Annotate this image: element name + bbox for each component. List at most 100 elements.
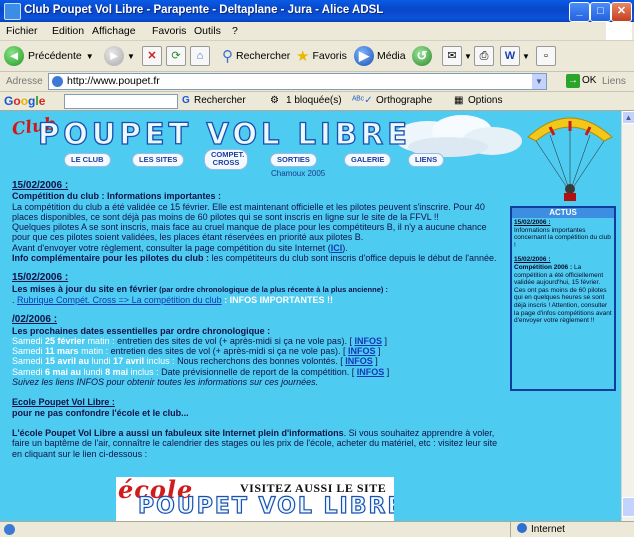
menu-edition[interactable]: Edition (52, 25, 84, 37)
menu-favoris[interactable]: Favoris (152, 25, 186, 37)
favorites-button[interactable]: ★ Favoris (296, 45, 347, 67)
paraglider-image (527, 117, 613, 201)
date-day: Samedi (12, 335, 46, 346)
infos-link[interactable]: INFOS (345, 356, 373, 366)
page-viewport: Club POUPET VOL LIBRE LE CLUB LES SITES … (0, 111, 621, 521)
address-label: Adresse (6, 76, 43, 87)
window-title: Club Poupet Vol Libre - Parapente - Delt… (24, 4, 384, 16)
date-row: Samedi 15 avril au lundi 17 avril inclus… (12, 356, 502, 366)
options-icon: ▦ (454, 95, 464, 106)
date-text: ] (381, 335, 387, 346)
compet-cross-link[interactable]: Rubrique Compét. Cross => La compétition… (17, 295, 222, 305)
news-section-ecole-site: L'école Poupet Vol Libre a aussi un fabu… (12, 428, 502, 459)
options-button[interactable]: Options (468, 95, 502, 106)
word-icon: W (500, 46, 520, 66)
nav-les-sites[interactable]: LES SITES (132, 153, 185, 167)
dates-footer: Suivez les liens INFOS pour obtenir tout… (12, 377, 319, 388)
minimize-button[interactable]: _ (569, 2, 590, 22)
search-icon: ⚲ (222, 48, 233, 65)
spellcheck-button[interactable]: Orthographe (376, 95, 432, 106)
date-time: matin : (85, 335, 118, 346)
ecole-logo-title: POUPET VOL LIBRE (137, 493, 394, 519)
home-button[interactable]: ⌂ (190, 45, 210, 67)
close-button[interactable]: ✕ (611, 2, 632, 22)
go-button[interactable]: → OK (566, 74, 596, 88)
date-value: 8 mai (105, 366, 129, 377)
back-button[interactable]: ◄ Précédente ▼ (4, 45, 94, 67)
address-url: http://www.poupet.fr (67, 75, 160, 87)
address-input[interactable]: http://www.poupet.fr ▼ (48, 73, 547, 90)
infos-link[interactable]: INFOS (354, 336, 382, 346)
scroll-up-icon[interactable]: ▲ (622, 111, 634, 124)
refresh-icon: ⟳ (166, 46, 186, 66)
menu-fichier[interactable]: Fichier (6, 25, 38, 37)
date-text: ] (384, 366, 390, 377)
edit-button[interactable]: W ▼ (500, 45, 530, 67)
infos-link[interactable]: INFOS (357, 367, 385, 377)
actus-date: 15/02/2006 : (514, 219, 551, 226)
menu-help[interactable]: ? (232, 25, 238, 37)
print-icon: ⎙ (474, 46, 494, 66)
nav-compet-cross[interactable]: COMPET. CROSS (204, 149, 248, 170)
popup-blocker-button[interactable]: 1 bloquée(s) (286, 95, 342, 106)
go-label: OK (582, 75, 597, 86)
links-label[interactable]: Liens (602, 76, 626, 87)
nav-liens[interactable]: LIENS (408, 153, 445, 167)
infos-link[interactable]: INFOS (348, 346, 376, 356)
menu-affichage[interactable]: Affichage (92, 25, 136, 37)
ie-app-icon (4, 3, 21, 20)
page-status-icon (4, 524, 15, 535)
site-logo-title: POUPET VOL LIBRE (37, 116, 412, 151)
date-row: Samedi 6 mai au lundi 8 mai inclus : Dat… (12, 367, 502, 377)
google-g-icon: G (182, 95, 190, 106)
history-button[interactable]: ↺ (412, 45, 432, 67)
chevron-down-icon: ▼ (127, 51, 135, 61)
media-label: Média (377, 50, 406, 62)
date-text: ] (372, 356, 378, 367)
news-heading: Les prochaines dates essentielles par or… (12, 325, 271, 336)
news-date: 15/02/2006 : (12, 180, 69, 191)
site-banner: Club POUPET VOL LIBRE LE CLUB LES SITES … (8, 111, 522, 181)
search-button[interactable]: ⚲ Rechercher (222, 45, 290, 67)
nav-le-club[interactable]: LE CLUB (64, 153, 111, 167)
news-lead: Info complémentaire pour les pilotes du … (12, 253, 210, 264)
address-dropdown-icon[interactable]: ▼ (532, 74, 546, 89)
history-icon: ↺ (412, 46, 432, 66)
toolbar: ◄ Précédente ▼ ► ▼ ✕ ⟳ ⌂ ⚲ Rechercher ★ … (0, 41, 634, 72)
news-section-competition: 15/02/2006 : Compétition du club : Infor… (12, 180, 502, 264)
news-note: (par ordre chronologique de la plus réce… (157, 284, 388, 294)
main-content: 15/02/2006 : Compétition du club : Infor… (12, 180, 502, 459)
ici-link[interactable]: ICI (331, 243, 343, 253)
forward-button[interactable]: ► ▼ (104, 45, 135, 67)
mail-button[interactable]: ✉ ▼ (442, 45, 472, 67)
google-search-input[interactable] (64, 94, 178, 109)
discuss-button[interactable]: ▫ (536, 45, 556, 67)
window-titlebar: Club Poupet Vol Libre - Parapente - Delt… (0, 0, 634, 22)
scrollbar-thumb[interactable] (622, 497, 634, 517)
actus-lead: Compétition 2006 : (514, 263, 573, 271)
nav-galerie[interactable]: GALERIE (344, 153, 392, 167)
date-time: lundi (89, 356, 114, 367)
print-button[interactable]: ⎙ (474, 45, 494, 67)
maximize-button[interactable]: □ (590, 2, 611, 22)
stop-button[interactable]: ✕ (142, 45, 162, 67)
date-text: Nous recherchons des bonnes volontés. [ (177, 356, 346, 367)
back-arrow-icon: ◄ (4, 46, 24, 66)
news-heading: Compétition du club : Informations impor… (12, 191, 221, 202)
google-search-button[interactable]: Rechercher (194, 95, 246, 106)
news-text: Avant d'envoyer votre règlement, consult… (12, 242, 331, 253)
vertical-scrollbar[interactable]: ▲ (621, 111, 634, 521)
refresh-button[interactable]: ⟳ (166, 45, 186, 67)
news-paragraph: La compétition du club a été validée ce … (12, 201, 485, 222)
date-value: 25 février (45, 335, 86, 346)
media-button[interactable]: ▶ Média (354, 45, 406, 67)
ecole-site-banner-link[interactable]: école VISITEZ AUSSI LE SITE POUPET VOL L… (116, 477, 394, 521)
ecole-heading: Ecole Poupet Vol Libre : (12, 397, 115, 408)
menu-outils[interactable]: Outils (194, 25, 221, 37)
google-logo[interactable]: Google (4, 94, 45, 108)
nav-sorties[interactable]: SORTIES (270, 153, 317, 167)
news-section-updates: 15/02/2006 : Les mises à jour du site en… (12, 273, 502, 305)
search-label: Rechercher (236, 50, 291, 62)
news-heading: Les mises à jour du site en février (12, 283, 158, 294)
windows-logo-icon (606, 22, 632, 40)
